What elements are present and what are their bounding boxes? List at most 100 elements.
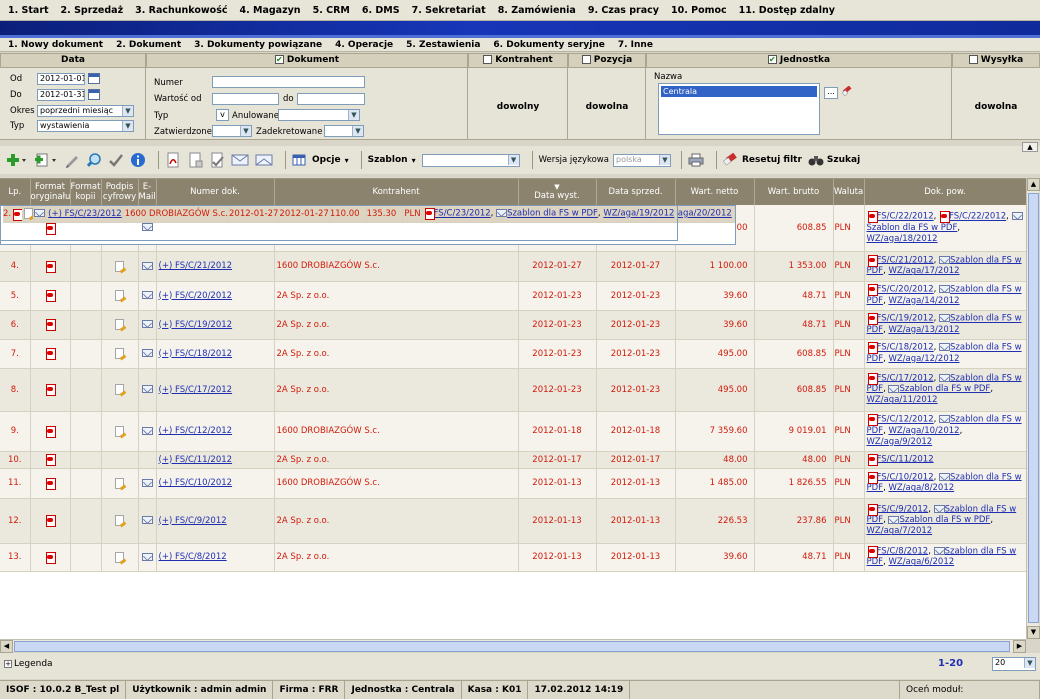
view-icon[interactable] bbox=[86, 150, 102, 170]
related-doc-link[interactable]: Szablon dla FS w PDF bbox=[899, 515, 990, 525]
scroll-down-icon[interactable]: ▼ bbox=[1027, 626, 1040, 639]
signature-icon[interactable] bbox=[115, 384, 124, 395]
cell-format-oryginalu[interactable] bbox=[30, 251, 71, 282]
signature-icon[interactable] bbox=[115, 348, 124, 359]
kontrahent-value[interactable]: dowolny bbox=[468, 102, 568, 112]
related-doc-link[interactable]: FS/C/11/2012 bbox=[877, 454, 934, 464]
zadekretowane-select[interactable]: ▼ bbox=[324, 125, 364, 137]
table-row[interactable]: 12. (+) FS/C/9/2012 2A Sp. z o.o. 2012-01-1… bbox=[0, 498, 1026, 544]
cell-numer[interactable]: (+) FS/C/21/2012 bbox=[156, 251, 275, 282]
add-icon[interactable] bbox=[6, 150, 28, 170]
szablon-select[interactable]: ▼ bbox=[421, 153, 520, 167]
cell-podpis[interactable] bbox=[101, 451, 139, 469]
cell-email[interactable] bbox=[138, 411, 157, 452]
signature-icon[interactable] bbox=[115, 515, 124, 526]
menu-start[interactable]: 1. Start bbox=[8, 5, 49, 16]
cell-numer[interactable]: (+) FS/C/11/2012 bbox=[156, 451, 275, 469]
mail-icon[interactable] bbox=[141, 552, 153, 561]
search-button[interactable]: Szukaj bbox=[808, 150, 860, 170]
submenu-zestawienia[interactable]: 5. Zestawienia bbox=[406, 40, 480, 50]
pdf-icon[interactable] bbox=[45, 319, 56, 332]
browse-button[interactable]: ... bbox=[824, 87, 838, 99]
col-waluta[interactable]: Waluta bbox=[833, 179, 865, 205]
add-copy-icon[interactable] bbox=[34, 150, 58, 170]
cell-numer[interactable]: (+) FS/C/8/2012 bbox=[156, 543, 275, 572]
related-doc-link[interactable]: Szablon dla FS w PDF bbox=[899, 384, 990, 394]
cell-numer[interactable]: (+) FS/C/18/2012 bbox=[156, 339, 275, 369]
pdf-icon[interactable] bbox=[45, 290, 56, 303]
pdf-icon[interactable] bbox=[45, 515, 56, 528]
cell-podpis[interactable] bbox=[23, 206, 35, 223]
col-kontrahent[interactable]: Kontrahent bbox=[274, 179, 519, 205]
wartosc-do-input[interactable] bbox=[297, 93, 365, 105]
related-doc-link[interactable]: WZ/aga/11/2012 bbox=[867, 395, 938, 405]
related-doc-link[interactable]: WZ/aga/19/2012 bbox=[603, 209, 674, 219]
cell-podpis[interactable] bbox=[101, 498, 139, 544]
submenu-operacje[interactable]: 4. Operacje bbox=[335, 40, 393, 50]
document-number-link[interactable]: (+) FS/C/12/2012 bbox=[159, 426, 233, 436]
szablon-button[interactable]: Szablon ▾ bbox=[368, 150, 416, 170]
submenu-inne[interactable]: 7. Inne bbox=[618, 40, 653, 50]
related-doc-link[interactable]: WZ/aga/13/2012 bbox=[888, 325, 959, 335]
document-icon[interactable] bbox=[187, 150, 203, 170]
cell-format-oryginalu[interactable] bbox=[30, 411, 71, 452]
menu-dostep-zdalny[interactable]: 11. Dostęp zdalny bbox=[739, 5, 835, 16]
cell-podpis[interactable] bbox=[101, 368, 139, 412]
mail-icon[interactable] bbox=[141, 385, 153, 393]
cell-format-oryginalu[interactable] bbox=[30, 543, 71, 572]
related-doc-link[interactable]: WZ/aga/9/2012 bbox=[867, 437, 933, 447]
related-doc-link[interactable]: FS/C/23/2012 bbox=[434, 209, 491, 219]
cell-podpis[interactable] bbox=[101, 543, 139, 572]
print-icon[interactable] bbox=[688, 150, 704, 170]
table-row[interactable]: 9. (+) FS/C/12/2012 1600 DROBIAZGÓW S.c. 20… bbox=[0, 411, 1026, 452]
jednostka-selected-item[interactable]: Centrala bbox=[661, 86, 817, 97]
document-number-link[interactable]: (+) FS/C/23/2012 bbox=[48, 209, 121, 219]
opcje-button[interactable]: Opcje ▾ bbox=[312, 150, 349, 170]
anulowane-select[interactable]: ▼ bbox=[278, 109, 360, 121]
filter-kontrahent-header[interactable]: Kontrahent bbox=[468, 53, 568, 68]
related-doc-link[interactable]: FS/C/20/2012 bbox=[877, 285, 934, 295]
menu-zamowienia[interactable]: 8. Zamówienia bbox=[498, 5, 576, 16]
table-row[interactable]: 4. (+) FS/C/21/2012 1600 DROBIAZGÓW S.c. 20… bbox=[0, 251, 1026, 282]
pdf-icon[interactable] bbox=[45, 222, 56, 235]
related-doc-link[interactable]: FS/C/19/2012 bbox=[877, 314, 934, 324]
signature-icon[interactable] bbox=[115, 477, 124, 489]
menu-sekretariat[interactable]: 7. Sekretariat bbox=[412, 5, 486, 16]
cell-format-oryginalu[interactable] bbox=[30, 468, 71, 499]
pdf-icon[interactable] bbox=[45, 454, 56, 467]
col-email[interactable]: E-Mail bbox=[138, 179, 157, 205]
cell-format-oryginalu[interactable] bbox=[30, 281, 71, 311]
menu-crm[interactable]: 5. CRM bbox=[313, 5, 350, 16]
cell-format-oryginalu[interactable] bbox=[11, 206, 24, 223]
document-number-link[interactable]: (+) FS/C/9/2012 bbox=[159, 516, 227, 526]
related-doc-link[interactable]: WZ/aga/8/2012 bbox=[888, 483, 954, 493]
pdf-icon[interactable] bbox=[165, 150, 181, 170]
calendar-icon[interactable] bbox=[88, 73, 100, 84]
mail-icon[interactable] bbox=[141, 426, 153, 435]
wysylka-checkbox[interactable] bbox=[968, 55, 978, 64]
related-doc-link[interactable]: FS/C/21/2012 bbox=[877, 255, 934, 265]
date-to-input[interactable]: 2012-01-31 bbox=[37, 89, 85, 101]
cell-numer[interactable]: (+) FS/C/17/2012 bbox=[156, 368, 275, 412]
wartosc-od-input[interactable] bbox=[212, 93, 279, 105]
cell-email[interactable] bbox=[138, 281, 157, 311]
cell-format-oryginalu[interactable] bbox=[30, 368, 71, 412]
table-row[interactable]: 10. (+) FS/C/11/2012 2A Sp. z o.o. 2012-01-… bbox=[0, 451, 1026, 469]
pozycja-value[interactable]: dowolna bbox=[568, 102, 646, 112]
paging-range[interactable]: 1-20 bbox=[938, 658, 963, 669]
related-doc-link[interactable]: WZ/aga/14/2012 bbox=[888, 296, 959, 306]
submenu-dokument[interactable]: 2. Dokument bbox=[116, 40, 181, 50]
cell-email[interactable] bbox=[138, 251, 157, 282]
wysylka-value[interactable]: dowolna bbox=[952, 102, 1040, 112]
table-row[interactable]: 11. (+) FS/C/10/2012 1600 DROBIAZGÓW S.c. 2… bbox=[0, 468, 1026, 499]
document-number-link[interactable]: (+) FS/C/11/2012 bbox=[159, 455, 233, 465]
cell-format-oryginalu[interactable] bbox=[30, 339, 71, 369]
mail-icon[interactable] bbox=[34, 209, 45, 218]
document-number-link[interactable]: (+) FS/C/21/2012 bbox=[159, 261, 233, 271]
related-doc-link[interactable]: FS/C/12/2012 bbox=[877, 415, 934, 425]
table-row[interactable]: 6. (+) FS/C/19/2012 2A Sp. z o.o. 2012-01-2… bbox=[0, 310, 1026, 340]
related-doc-link[interactable]: FS/C/17/2012 bbox=[877, 373, 934, 383]
related-doc-link[interactable]: WZ/aga/10/2012 bbox=[888, 426, 959, 436]
cell-email[interactable] bbox=[138, 368, 157, 412]
scroll-thumb[interactable] bbox=[1028, 193, 1039, 623]
